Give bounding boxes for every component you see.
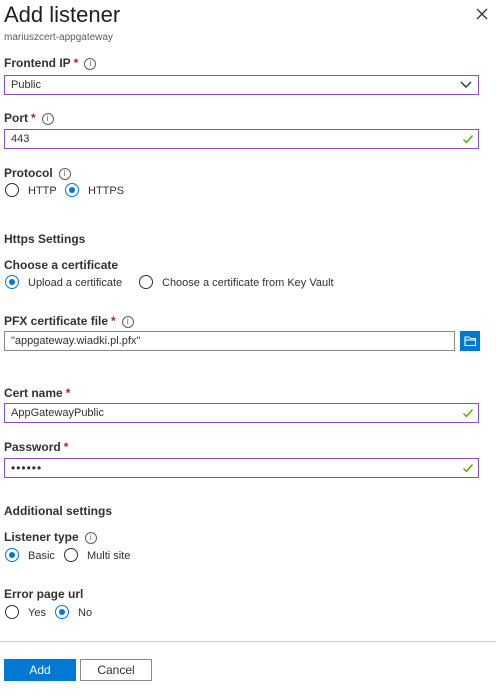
- error-page-yes-label: Yes: [28, 607, 46, 619]
- checkmark-icon: [463, 135, 474, 144]
- info-icon[interactable]: i: [121, 316, 134, 328]
- listener-basic-label: Basic: [28, 550, 55, 562]
- checkmark-icon: [463, 464, 474, 473]
- cert-name-value: AppGatewayPublic: [11, 407, 104, 419]
- info-icon[interactable]: i: [41, 113, 54, 125]
- protocol-label: Protocol i: [4, 166, 71, 180]
- frontend-ip-select[interactable]: Public: [4, 75, 479, 95]
- keyvault-certificate-radio[interactable]: [139, 275, 153, 289]
- error-page-no-radio[interactable]: [55, 605, 69, 619]
- listener-type-label: Listener type i: [4, 530, 97, 544]
- protocol-https-radio[interactable]: [65, 183, 79, 197]
- password-input[interactable]: ••••••: [4, 458, 479, 478]
- keyvault-certificate-label: Choose a certificate from Key Vault: [162, 277, 334, 289]
- folder-icon: [464, 336, 477, 347]
- port-value: 443: [11, 133, 30, 145]
- password-value: ••••••: [11, 461, 43, 475]
- close-icon[interactable]: [474, 6, 490, 22]
- port-label: Port * i: [4, 111, 54, 125]
- frontend-ip-label: Frontend IP * i: [4, 56, 97, 70]
- pfx-file-input[interactable]: "appgateway.wiadki.pl.pfx": [4, 331, 455, 351]
- upload-certificate-label: Upload a certificate: [28, 277, 123, 289]
- error-page-label: Error page url: [4, 587, 84, 601]
- port-input[interactable]: 443: [4, 129, 479, 149]
- panel-title: Add listener: [4, 2, 121, 27]
- frontend-ip-value: Public: [11, 79, 41, 91]
- choose-certificate-label: Choose a certificate: [4, 258, 119, 272]
- listener-multisite-radio[interactable]: [64, 548, 78, 562]
- cert-name-label: Cert name *: [4, 386, 71, 400]
- checkmark-icon: [463, 409, 474, 418]
- listener-basic-radio[interactable]: [5, 548, 19, 562]
- error-page-no-label: No: [78, 607, 93, 619]
- https-settings-heading: Https Settings: [4, 232, 86, 246]
- info-icon[interactable]: i: [58, 168, 71, 180]
- info-icon[interactable]: i: [84, 58, 97, 70]
- upload-certificate-radio[interactable]: [5, 275, 19, 289]
- browse-file-button[interactable]: [460, 331, 480, 351]
- add-button[interactable]: Add: [4, 659, 76, 681]
- info-icon[interactable]: i: [84, 532, 97, 544]
- protocol-https-label: HTTPS: [88, 185, 125, 197]
- footer-divider: [0, 641, 496, 642]
- pfx-file-value: "appgateway.wiadki.pl.pfx": [11, 335, 141, 347]
- chevron-down-icon: [460, 81, 472, 88]
- protocol-http-label: HTTP: [28, 185, 57, 197]
- pfx-file-label: PFX certificate file * i: [4, 314, 134, 328]
- additional-settings-heading: Additional settings: [4, 504, 112, 518]
- protocol-http-radio[interactable]: [5, 183, 19, 197]
- cert-name-input[interactable]: AppGatewayPublic: [4, 403, 479, 423]
- listener-multisite-label: Multi site: [87, 550, 131, 562]
- password-label: Password *: [4, 440, 69, 454]
- error-page-yes-radio[interactable]: [5, 605, 19, 619]
- panel-subtitle: mariuszcert-appgateway: [4, 32, 113, 43]
- cancel-button[interactable]: Cancel: [80, 659, 152, 681]
